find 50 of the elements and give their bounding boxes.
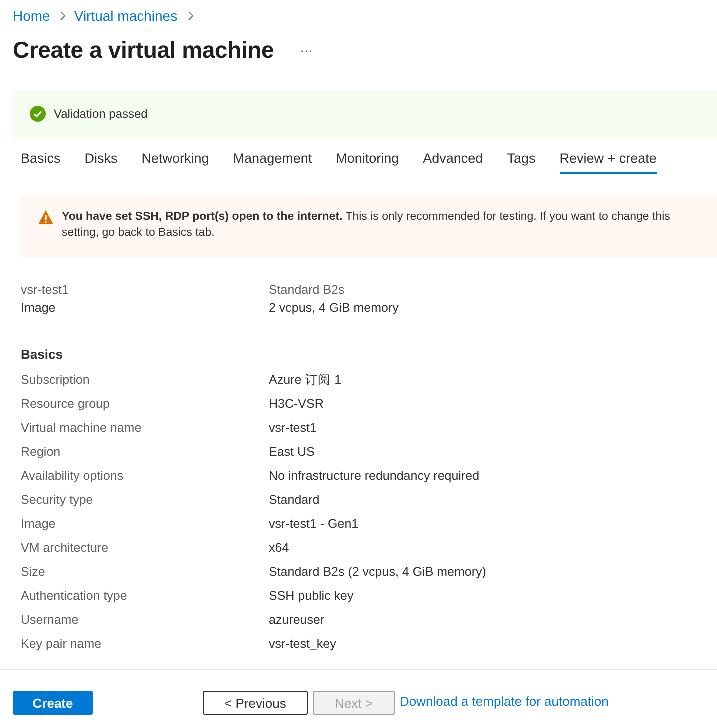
chevron-icon bbox=[186, 11, 195, 21]
field-value: SSH public key bbox=[269, 588, 355, 605]
field-label: Key pair name bbox=[21, 636, 103, 653]
create-button[interactable]: Create bbox=[13, 691, 93, 715]
validation-text: Validation passed bbox=[54, 107, 148, 121]
field-value: vsr-test1 bbox=[269, 420, 318, 437]
chevron-icon bbox=[59, 11, 68, 21]
field-value: vsr-test1 - Gen1 bbox=[269, 516, 360, 533]
field-label: VM architecture bbox=[21, 540, 110, 557]
tab[interactable]: Tags bbox=[507, 144, 536, 174]
summary-label: vsr-test1 bbox=[21, 282, 70, 299]
tab[interactable]: Basics bbox=[21, 144, 61, 174]
field-label: Region bbox=[21, 444, 62, 461]
field-label: Virtual machine name bbox=[21, 420, 143, 437]
tab[interactable]: Advanced bbox=[423, 144, 484, 174]
section-heading: Basics bbox=[21, 347, 64, 362]
tab[interactable]: Monitoring bbox=[336, 144, 400, 174]
breadcrumb-link[interactable]: Home bbox=[13, 8, 50, 24]
page-title: Create a virtual machine bbox=[13, 36, 274, 64]
field-label: Size bbox=[21, 564, 46, 581]
field-label: Security type bbox=[21, 492, 94, 509]
summary-value: 2 vcpus, 4 GiB memory bbox=[269, 300, 400, 317]
tab[interactable]: Disks bbox=[84, 144, 118, 174]
field-value: Azure 订阅 1 bbox=[269, 372, 343, 389]
check-circle-icon bbox=[30, 106, 46, 122]
field-label: Availability options bbox=[21, 468, 125, 485]
nav-button[interactable]: < Previous bbox=[203, 691, 308, 715]
more-button[interactable]: ··· bbox=[296, 42, 318, 58]
summary-value: Standard B2s bbox=[269, 282, 346, 299]
field-value: East US bbox=[269, 444, 316, 461]
warning-icon bbox=[38, 210, 54, 225]
field-value: azureuser bbox=[269, 612, 326, 629]
tab[interactable]: Management bbox=[233, 144, 312, 174]
field-value: Standard bbox=[269, 492, 321, 509]
field-value: vsr-test_key bbox=[269, 636, 338, 653]
tab[interactable]: Review + create bbox=[560, 144, 657, 174]
tab[interactable]: Networking bbox=[142, 144, 210, 174]
field-label: Username bbox=[21, 612, 80, 629]
warning-message: You have set SSH, RDP port(s) open to the internet. This is only recommended for testing. If you want to change this setting, go back to Basics tab. bbox=[62, 210, 672, 241]
field-label: Authentication type bbox=[21, 588, 128, 605]
download-link[interactable]: Download a template for automation bbox=[400, 694, 609, 709]
field-value: x64 bbox=[269, 540, 290, 557]
field-value: H3C-VSR bbox=[269, 396, 325, 413]
field-label: Image bbox=[21, 516, 57, 533]
field-value: No infrastructure redundancy required bbox=[269, 468, 481, 485]
field-label: Resource group bbox=[21, 396, 111, 413]
breadcrumb-link[interactable]: Virtual machines bbox=[74, 8, 178, 24]
summary-label: Image bbox=[21, 300, 57, 317]
field-label: Subscription bbox=[21, 372, 91, 389]
field-value: Standard B2s (2 vcpus, 4 GiB memory) bbox=[269, 564, 488, 581]
